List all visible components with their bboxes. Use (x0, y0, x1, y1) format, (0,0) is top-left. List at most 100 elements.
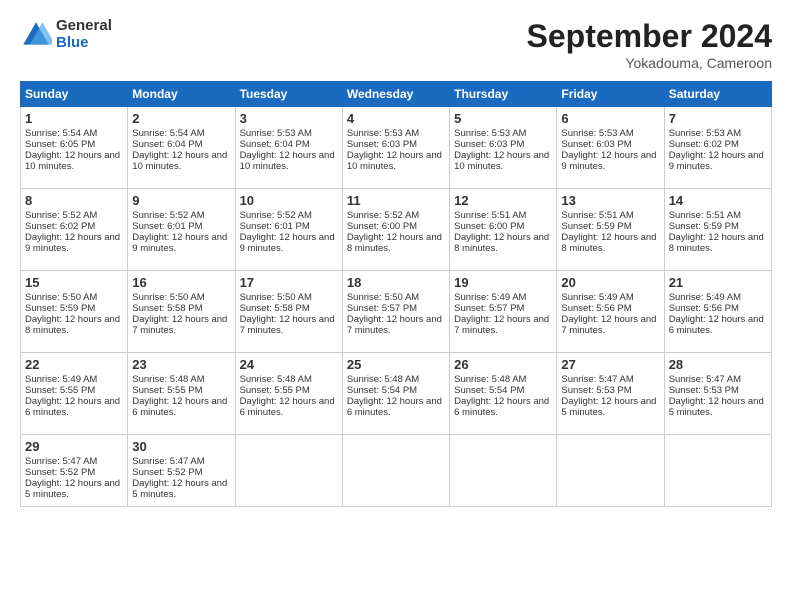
day-number: 1 (25, 111, 123, 126)
daylight-text: Daylight: 12 hours and 7 minutes. (561, 314, 659, 336)
daylight-text: Daylight: 12 hours and 6 minutes. (132, 396, 230, 418)
sunset-text: Sunset: 5:52 PM (25, 467, 123, 478)
calendar-cell: 5Sunrise: 5:53 AMSunset: 6:03 PMDaylight… (450, 107, 557, 189)
sunrise-text: Sunrise: 5:50 AM (132, 292, 230, 303)
sunset-text: Sunset: 5:59 PM (669, 221, 767, 232)
day-number: 20 (561, 275, 659, 290)
calendar-cell: 9Sunrise: 5:52 AMSunset: 6:01 PMDaylight… (128, 189, 235, 271)
sunrise-text: Sunrise: 5:53 AM (669, 128, 767, 139)
calendar-cell: 20Sunrise: 5:49 AMSunset: 5:56 PMDayligh… (557, 271, 664, 353)
calendar-cell: 29 Sunrise: 5:47 AMSunset: 5:52 PMDayligh… (21, 435, 128, 507)
col-header-tuesday: Tuesday (235, 82, 342, 107)
daylight-text: Daylight: 12 hours and 6 minutes. (669, 314, 767, 336)
day-number: 12 (454, 193, 552, 208)
day-number: 9 (132, 193, 230, 208)
daylight-text: Daylight: 12 hours and 9 minutes. (132, 232, 230, 254)
daylight-text: Daylight: 12 hours and 6 minutes. (25, 396, 123, 418)
calendar-cell: 18Sunrise: 5:50 AMSunset: 5:57 PMDayligh… (342, 271, 449, 353)
day-number: 17 (240, 275, 338, 290)
sunset-text: Sunset: 6:03 PM (561, 139, 659, 150)
daylight-text: Daylight: 12 hours and 5 minutes. (25, 478, 123, 500)
sunrise-text: Sunrise: 5:47 AM (25, 456, 123, 467)
sunset-text: Sunset: 5:55 PM (132, 385, 230, 396)
day-number: 7 (669, 111, 767, 126)
calendar-cell (450, 435, 557, 507)
sunset-text: Sunset: 5:58 PM (132, 303, 230, 314)
day-number: 5 (454, 111, 552, 126)
sunrise-text: Sunrise: 5:50 AM (347, 292, 445, 303)
day-number: 6 (561, 111, 659, 126)
calendar-header-row: SundayMondayTuesdayWednesdayThursdayFrid… (21, 82, 772, 107)
day-number: 4 (347, 111, 445, 126)
sunrise-text: Sunrise: 5:47 AM (132, 456, 230, 467)
sunset-text: Sunset: 5:59 PM (561, 221, 659, 232)
calendar-cell: 22Sunrise: 5:49 AMSunset: 5:55 PMDayligh… (21, 353, 128, 435)
calendar-cell: 1Sunrise: 5:54 AMSunset: 6:05 PMDaylight… (21, 107, 128, 189)
sunrise-text: Sunrise: 5:52 AM (132, 210, 230, 221)
sunrise-text: Sunrise: 5:53 AM (347, 128, 445, 139)
sunset-text: Sunset: 6:02 PM (669, 139, 767, 150)
calendar-cell: 6Sunrise: 5:53 AMSunset: 6:03 PMDaylight… (557, 107, 664, 189)
sunrise-text: Sunrise: 5:51 AM (561, 210, 659, 221)
col-header-friday: Friday (557, 82, 664, 107)
daylight-text: Daylight: 12 hours and 10 minutes. (132, 150, 230, 172)
day-number: 23 (132, 357, 230, 372)
location: Yokadouma, Cameroon (527, 55, 772, 71)
sunrise-text: Sunrise: 5:50 AM (25, 292, 123, 303)
day-number: 3 (240, 111, 338, 126)
day-number: 8 (25, 193, 123, 208)
calendar-week-5: 29Sunrise: 5:47 AMSunset: 5:52 PMDayligh… (21, 435, 772, 507)
sunrise-text: Sunrise: 5:50 AM (240, 292, 338, 303)
calendar-cell: 15Sunrise: 5:50 AMSunset: 5:59 PMDayligh… (21, 271, 128, 353)
sunset-text: Sunset: 6:01 PM (240, 221, 338, 232)
day-number: 18 (347, 275, 445, 290)
sunset-text: Sunset: 5:54 PM (454, 385, 552, 396)
daylight-text: Daylight: 12 hours and 8 minutes. (347, 232, 445, 254)
page: General Blue September 2024 Yokadouma, C… (0, 0, 792, 612)
sunrise-text: Sunrise: 5:52 AM (25, 210, 123, 221)
sunrise-text: Sunrise: 5:51 AM (454, 210, 552, 221)
calendar-cell: 12Sunrise: 5:51 AMSunset: 6:00 PMDayligh… (450, 189, 557, 271)
sunrise-text: Sunrise: 5:47 AM (669, 374, 767, 385)
sunset-text: Sunset: 5:56 PM (561, 303, 659, 314)
day-number: 22 (25, 357, 123, 372)
daylight-text: Daylight: 12 hours and 5 minutes. (132, 478, 230, 500)
day-number: 29 (25, 439, 123, 454)
daylight-text: Daylight: 12 hours and 10 minutes. (240, 150, 338, 172)
calendar-cell: 19Sunrise: 5:49 AMSunset: 5:57 PMDayligh… (450, 271, 557, 353)
sunset-text: Sunset: 5:53 PM (669, 385, 767, 396)
sunset-text: Sunset: 6:03 PM (347, 139, 445, 150)
col-header-monday: Monday (128, 82, 235, 107)
day-number: 14 (669, 193, 767, 208)
day-number: 21 (669, 275, 767, 290)
calendar-cell: 8Sunrise: 5:52 AMSunset: 6:02 PMDaylight… (21, 189, 128, 271)
sunrise-text: Sunrise: 5:54 AM (25, 128, 123, 139)
calendar-cell: 17Sunrise: 5:50 AMSunset: 5:58 PMDayligh… (235, 271, 342, 353)
calendar-cell: 23Sunrise: 5:48 AMSunset: 5:55 PMDayligh… (128, 353, 235, 435)
calendar-cell: 2Sunrise: 5:54 AMSunset: 6:04 PMDaylight… (128, 107, 235, 189)
sunrise-text: Sunrise: 5:48 AM (240, 374, 338, 385)
calendar-cell: 30Sunrise: 5:47 AMSunset: 5:52 PMDayligh… (128, 435, 235, 507)
daylight-text: Daylight: 12 hours and 8 minutes. (454, 232, 552, 254)
sunrise-text: Sunrise: 5:53 AM (454, 128, 552, 139)
daylight-text: Daylight: 12 hours and 7 minutes. (132, 314, 230, 336)
calendar-cell: 7Sunrise: 5:53 AMSunset: 6:02 PMDaylight… (664, 107, 771, 189)
sunset-text: Sunset: 5:57 PM (454, 303, 552, 314)
calendar-cell: 11Sunrise: 5:52 AMSunset: 6:00 PMDayligh… (342, 189, 449, 271)
sunset-text: Sunset: 5:54 PM (347, 385, 445, 396)
calendar-cell: 27Sunrise: 5:47 AMSunset: 5:53 PMDayligh… (557, 353, 664, 435)
calendar-cell: 13Sunrise: 5:51 AMSunset: 5:59 PMDayligh… (557, 189, 664, 271)
sunset-text: Sunset: 6:03 PM (454, 139, 552, 150)
calendar-cell (235, 435, 342, 507)
daylight-text: Daylight: 12 hours and 5 minutes. (561, 396, 659, 418)
logo-text: General Blue (56, 18, 112, 51)
sunrise-text: Sunrise: 5:53 AM (240, 128, 338, 139)
calendar-week-3: 15Sunrise: 5:50 AMSunset: 5:59 PMDayligh… (21, 271, 772, 353)
calendar-cell (557, 435, 664, 507)
sunset-text: Sunset: 6:02 PM (25, 221, 123, 232)
day-number: 28 (669, 357, 767, 372)
calendar-cell: 28Sunrise: 5:47 AMSunset: 5:53 PMDayligh… (664, 353, 771, 435)
calendar-week-2: 8Sunrise: 5:52 AMSunset: 6:02 PMDaylight… (21, 189, 772, 271)
sunrise-text: Sunrise: 5:48 AM (347, 374, 445, 385)
sunrise-text: Sunrise: 5:54 AM (132, 128, 230, 139)
